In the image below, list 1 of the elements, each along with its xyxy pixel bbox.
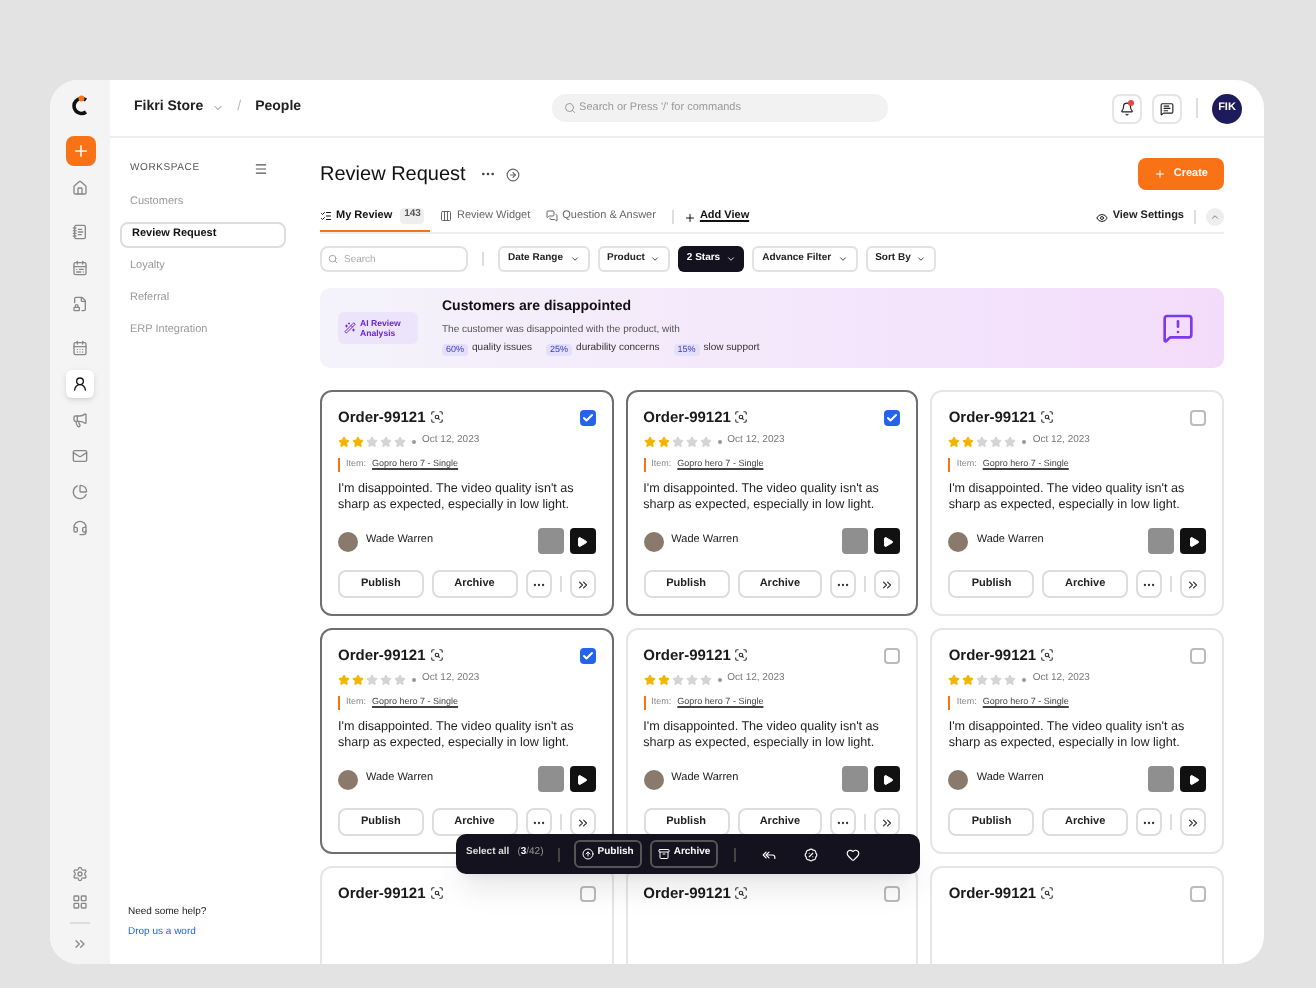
page-title: Review Request [320,161,466,189]
